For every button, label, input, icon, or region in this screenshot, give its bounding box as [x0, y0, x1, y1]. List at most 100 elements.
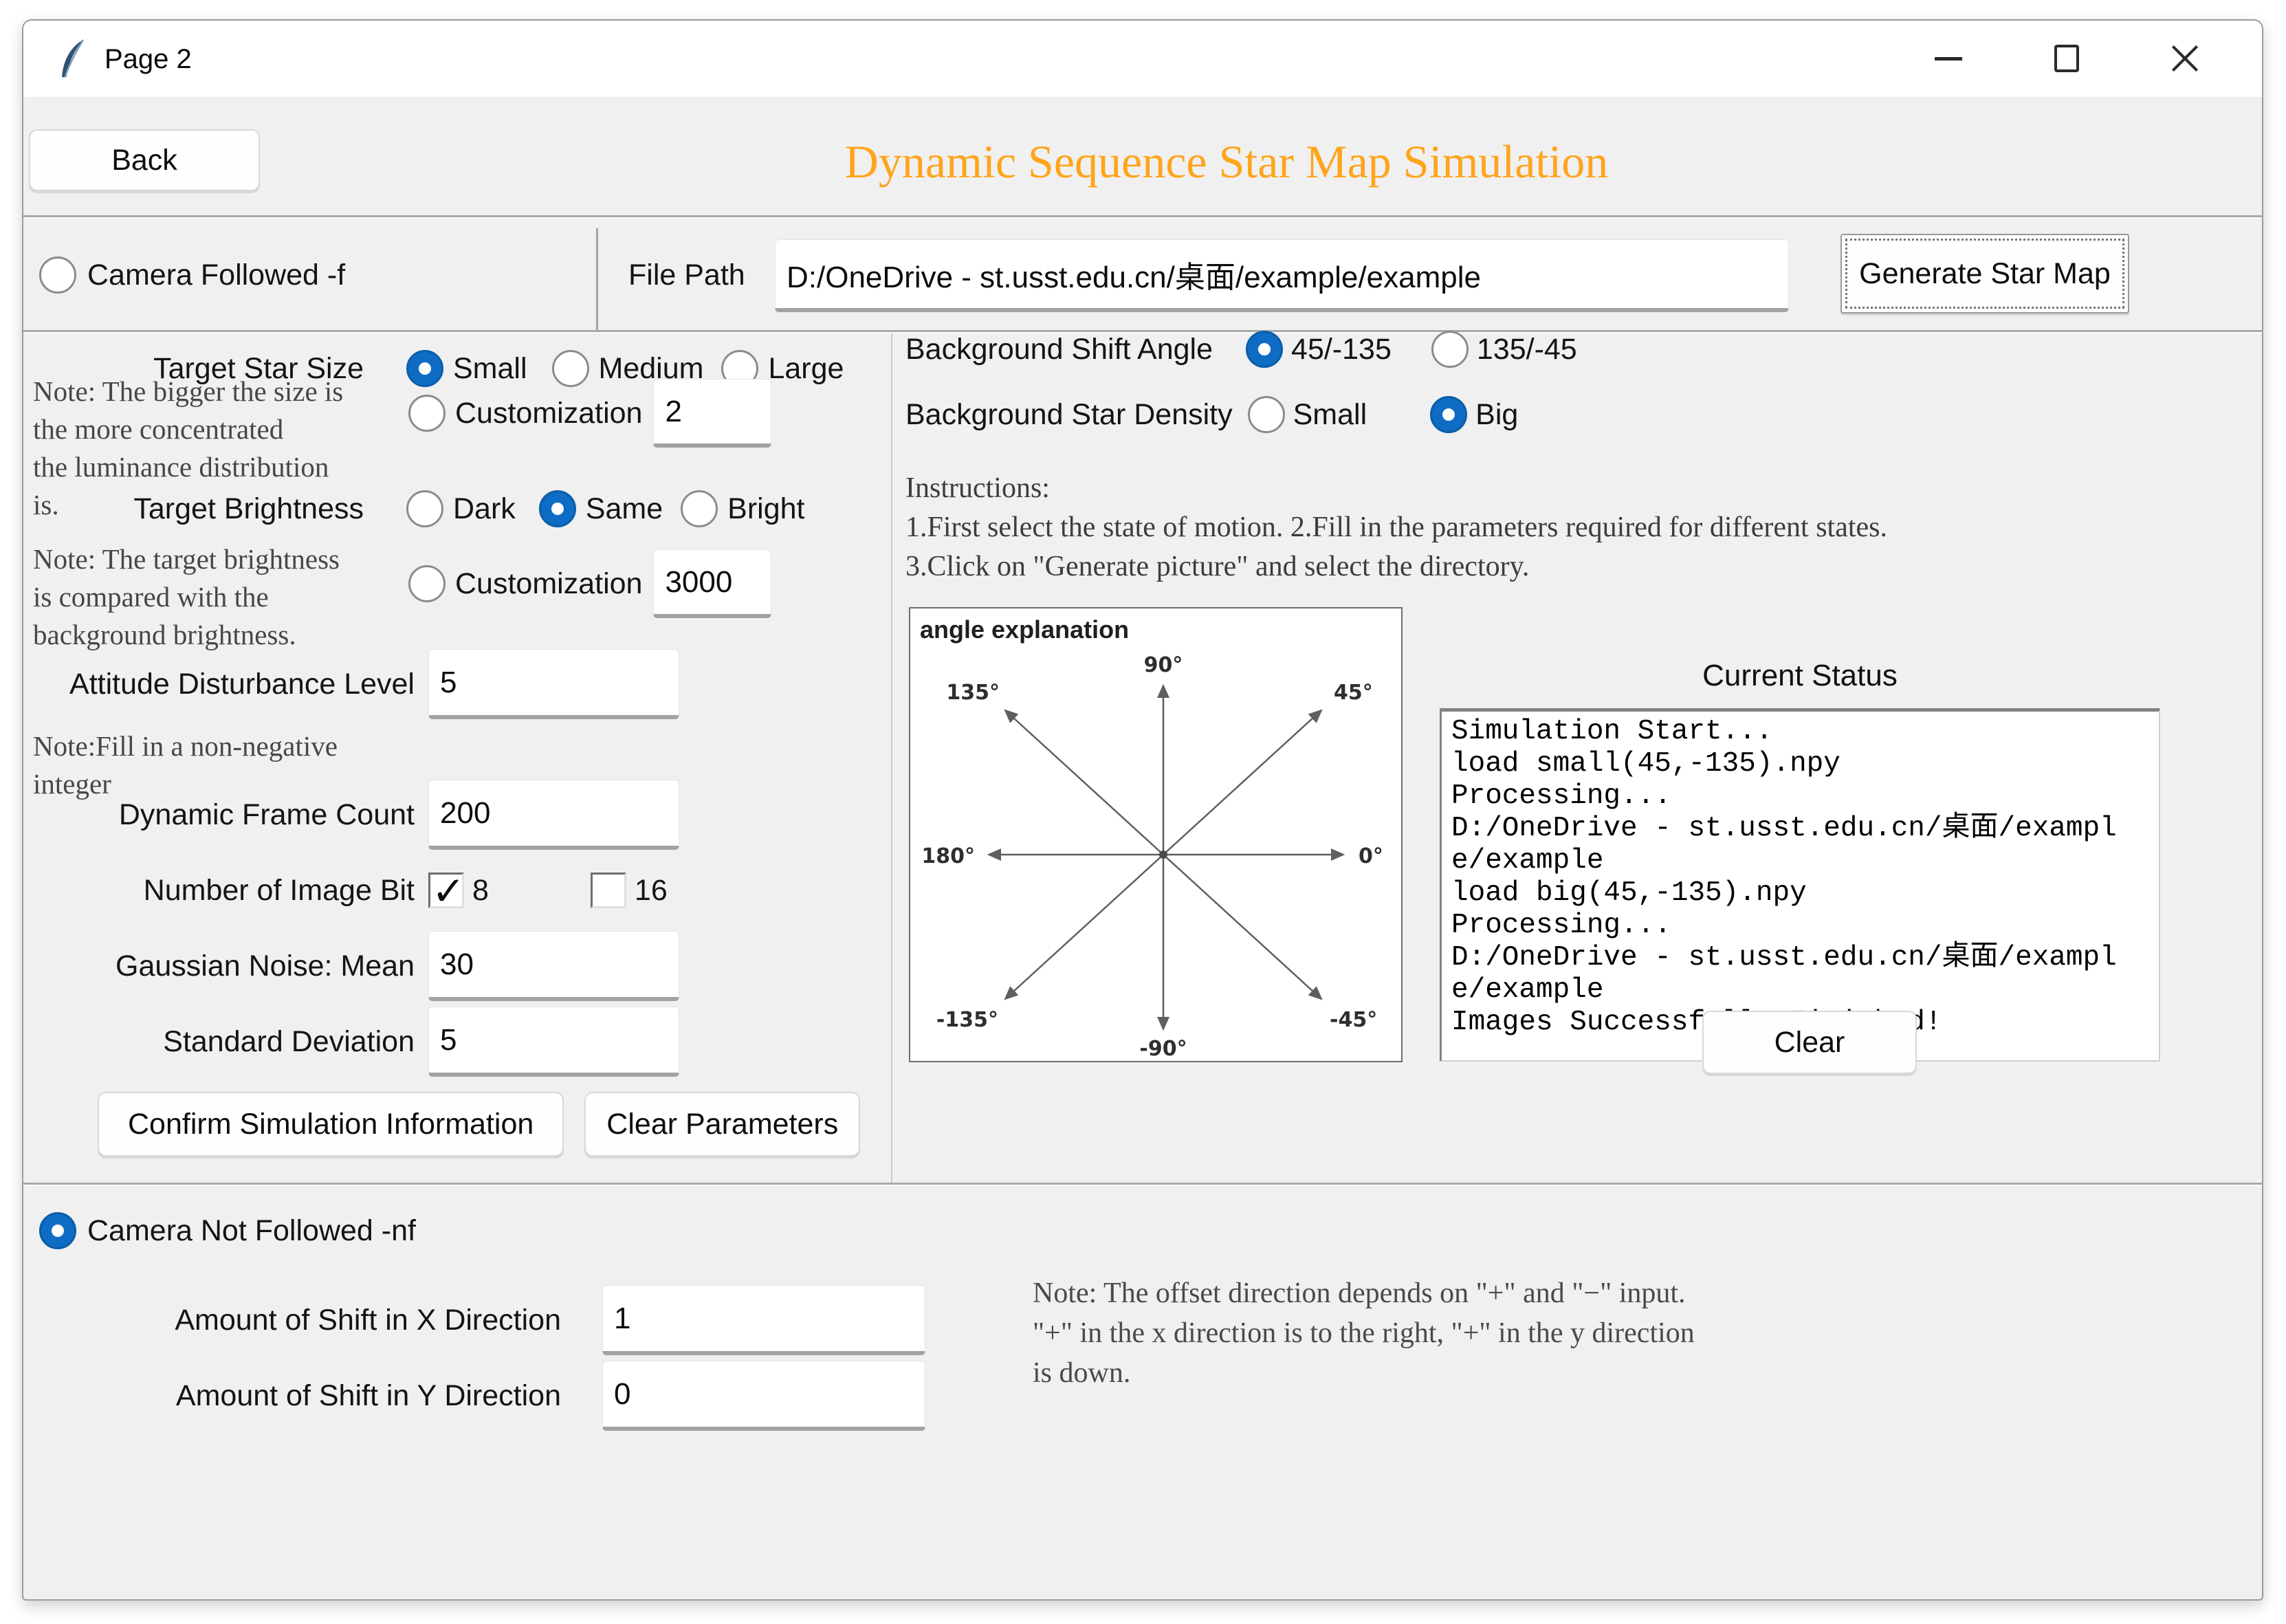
std-deviation-input[interactable] [428, 1007, 679, 1077]
close-button[interactable] [2152, 21, 2218, 96]
density-small-label: Small [1293, 398, 1367, 432]
camera-followed-label: Camera Followed -f [87, 259, 345, 292]
separator-vertical-top [596, 228, 598, 330]
background-shift-angle-label: Background Shift Angle [905, 333, 1213, 366]
back-button[interactable]: Back [29, 129, 260, 191]
size-customization-label: Customization [455, 397, 642, 430]
left-buttons-row: Confirm Simulation Information Clear Par… [98, 1092, 860, 1156]
separator-columns [891, 333, 892, 1183]
brightness-bright-radio[interactable] [681, 490, 718, 527]
std-deviation-label: Standard Deviation [36, 1025, 415, 1059]
bit-8-checkbox[interactable] [428, 873, 464, 908]
bit-16-label: 16 [635, 874, 668, 908]
size-customization-row: Customization [408, 378, 771, 448]
angle-label-minus45: -45° [1330, 1008, 1377, 1032]
minimize-icon [1935, 57, 1962, 61]
separator-bottom [23, 1183, 2262, 1186]
page-title: Dynamic Sequence Star Map Simulation [711, 135, 1742, 189]
python-feather-icon [56, 39, 89, 80]
angle-45-radio[interactable] [1246, 331, 1283, 368]
camera-not-followed-label: Camera Not Followed -nf [87, 1214, 416, 1248]
close-icon [2169, 43, 2201, 74]
confirm-simulation-button[interactable]: Confirm Simulation Information [98, 1092, 564, 1156]
background-star-density-label: Background Star Density [905, 398, 1233, 432]
density-big-label: Big [1475, 398, 1518, 432]
instructions-line1: Instructions: [905, 469, 1887, 508]
instructions-line3: 3.Click on "Generate picture" and select… [905, 547, 1887, 586]
angle-label-0: 0° [1359, 844, 1383, 868]
frame-count-input[interactable] [428, 780, 679, 850]
brightness-bright-label: Bright [727, 492, 804, 526]
shift-y-input[interactable] [602, 1361, 925, 1431]
angle-label-minus135: -135° [936, 1008, 998, 1032]
image-bit-label: Number of Image Bit [36, 874, 415, 908]
gaussian-noise-input[interactable] [428, 931, 679, 1001]
clear-status-button[interactable]: Clear [1702, 1011, 1917, 1074]
std-deviation-row: Standard Deviation [36, 1006, 679, 1077]
app-window: Page 2 Back Dynamic Sequence Star Map Si… [22, 19, 2263, 1601]
angle-label-90: 90° [1144, 653, 1183, 677]
window-title: Page 2 [105, 21, 192, 98]
size-customization-radio[interactable] [408, 395, 446, 432]
instructions-line2: 1.First select the state of motion. 2.Fi… [905, 508, 1887, 547]
brightness-customization-row: Customization [408, 549, 771, 619]
density-big-radio[interactable] [1430, 396, 1467, 433]
size-customization-input[interactable] [653, 379, 771, 448]
attitude-input[interactable] [428, 649, 679, 719]
angle-135-label: 135/-45 [1477, 333, 1577, 366]
bit-16-checkbox[interactable] [591, 873, 626, 908]
camera-not-followed-row: Camera Not Followed -nf [39, 1205, 416, 1257]
background-shift-angle-row: Background Shift Angle 45/-135 135/-45 [905, 323, 1577, 375]
attitude-row: Attitude Disturbance Level [36, 648, 679, 720]
brightness-same-label: Same [586, 492, 663, 526]
maximize-button[interactable] [2034, 21, 2100, 96]
angle-label-180: 180° [921, 844, 975, 868]
angle-explanation-box: angle explanation [909, 607, 1403, 1062]
angle-diagram: 90° 45° 0° -45° -90° -135° 180° 135° [910, 608, 1401, 1061]
camera-followed-row: Camera Followed -f [39, 248, 345, 303]
separator-top [23, 215, 2262, 219]
shift-x-row: Amount of Shift in X Direction [106, 1284, 925, 1356]
bit-8-label: 8 [472, 874, 489, 908]
brightness-dark-radio[interactable] [406, 490, 443, 527]
gaussian-noise-label: Gaussian Noise: Mean [36, 950, 415, 983]
clear-parameters-button[interactable]: Clear Parameters [584, 1092, 860, 1156]
status-log[interactable]: Simulation Start... load small(45,-135).… [1440, 708, 2160, 1062]
angle-label-135: 135° [946, 681, 1000, 705]
offset-direction-note: Note: The offset direction depends on "+… [1033, 1273, 1695, 1393]
brightness-customization-label: Customization [455, 567, 642, 601]
shift-y-row: Amount of Shift in Y Direction [106, 1360, 925, 1431]
brightness-dark-label: Dark [453, 492, 516, 526]
attitude-label: Attitude Disturbance Level [36, 668, 415, 701]
maximize-icon [2054, 45, 2079, 72]
gaussian-noise-row: Gaussian Noise: Mean [36, 930, 679, 1002]
frame-count-label: Dynamic Frame Count [36, 798, 415, 832]
size-large-label: Large [768, 352, 844, 386]
camera-followed-radio[interactable] [39, 256, 76, 294]
angle-135-radio[interactable] [1431, 331, 1469, 368]
brightness-same-radio[interactable] [539, 490, 576, 527]
shift-x-label: Amount of Shift in X Direction [106, 1304, 561, 1337]
angle-45-label: 45/-135 [1291, 333, 1392, 366]
screen: Page 2 Back Dynamic Sequence Star Map Si… [0, 0, 2286, 1624]
shift-x-input[interactable] [602, 1285, 925, 1355]
minimize-button[interactable] [1915, 21, 1981, 96]
file-path-label: File Path [628, 248, 745, 303]
brightness-customization-input[interactable] [653, 549, 771, 618]
generate-star-map-button[interactable]: Generate Star Map [1840, 234, 2129, 314]
file-path-input[interactable] [775, 239, 1789, 312]
density-small-radio[interactable] [1248, 396, 1285, 433]
shift-y-label: Amount of Shift in Y Direction [106, 1379, 561, 1413]
current-status-title: Current Status [1440, 659, 2160, 693]
frame-count-row: Dynamic Frame Count [36, 779, 679, 851]
angle-label-45: 45° [1334, 681, 1373, 705]
angle-label-minus90: -90° [1139, 1037, 1187, 1061]
instructions: Instructions: 1.First select the state o… [905, 469, 1887, 586]
camera-not-followed-radio[interactable] [39, 1212, 76, 1249]
target-brightness-row: Target Brightness Dark Same Bright [51, 483, 804, 535]
target-brightness-label: Target Brightness [51, 492, 364, 526]
image-bit-row: Number of Image Bit 8 16 [36, 865, 668, 916]
brightness-note: Note: The target brightness is compared … [33, 540, 428, 654]
title-bar: Page 2 [23, 21, 2262, 98]
brightness-customization-radio[interactable] [408, 565, 446, 602]
